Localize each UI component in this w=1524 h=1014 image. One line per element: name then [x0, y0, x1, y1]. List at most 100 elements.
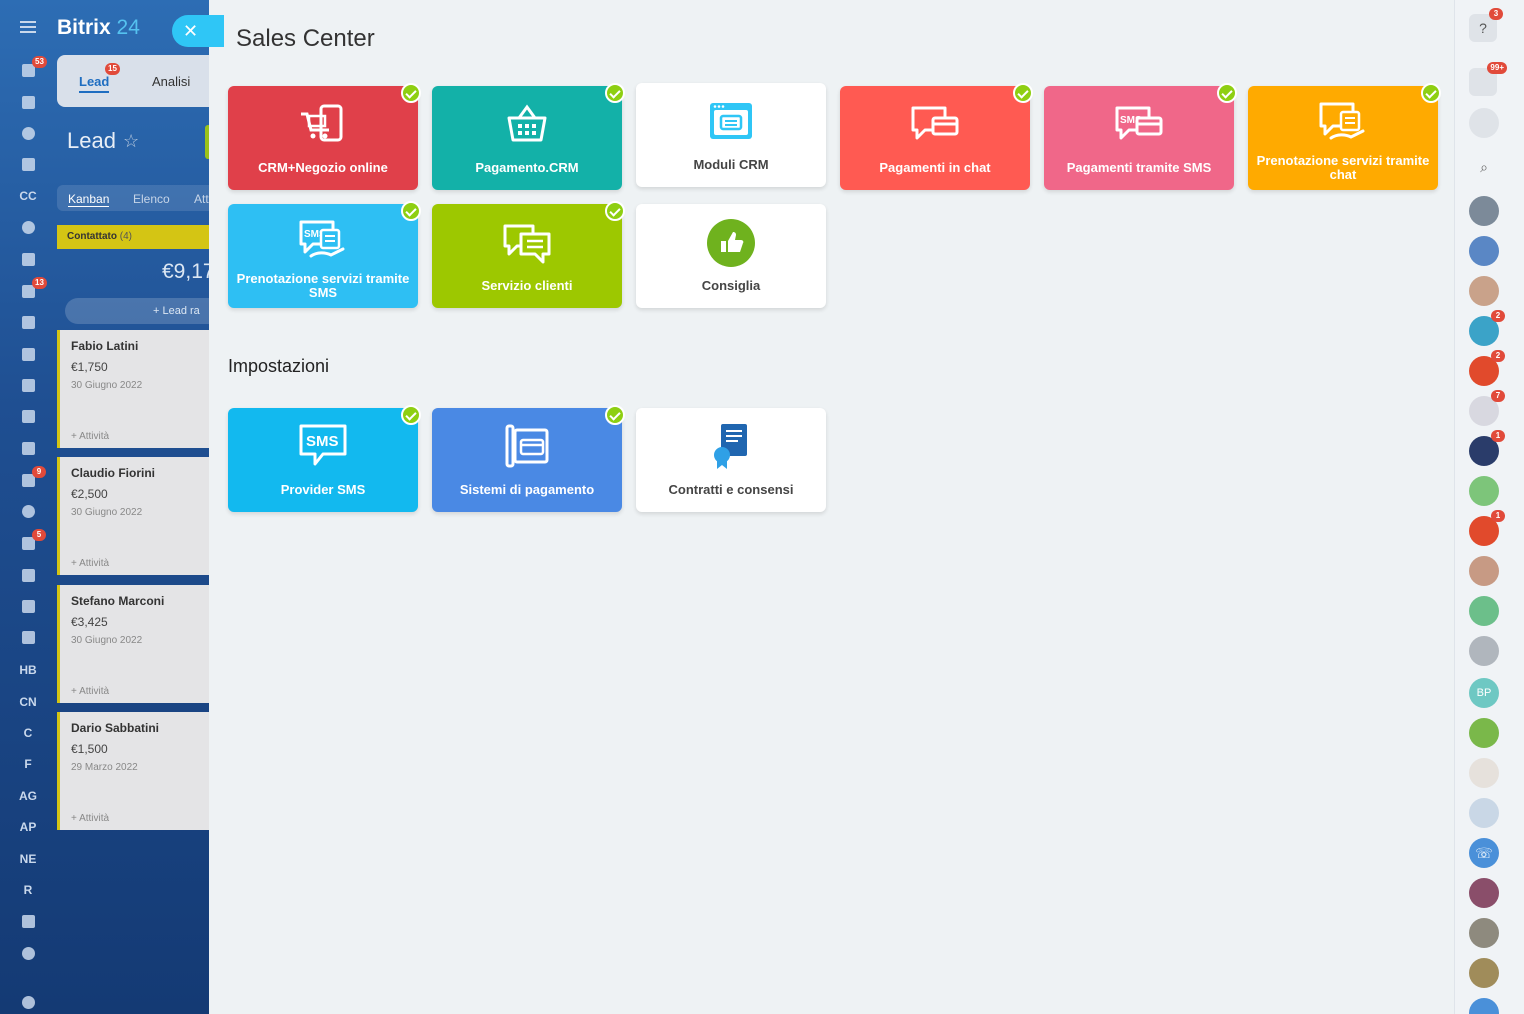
group-chat-icon[interactable]: 1 [1469, 510, 1505, 546]
nav-chat-icon[interactable]: 13 [0, 277, 56, 305]
avatar[interactable] [1469, 636, 1499, 666]
tab-analisi[interactable]: Analisi [152, 74, 190, 89]
check-icon [1013, 83, 1033, 103]
nav-cn[interactable]: CN [0, 688, 56, 716]
lead-card[interactable]: Claudio Fiorini €2,500 30 Giugno 2022 + At… [57, 457, 210, 575]
nav-box-icon[interactable] [0, 561, 56, 589]
avatar[interactable]: 1 [1469, 430, 1505, 466]
nav-puzzle-icon[interactable] [0, 213, 56, 241]
tab-elenco[interactable]: Elenco [133, 192, 170, 206]
nav-target-icon[interactable] [0, 119, 56, 147]
right-sidebar: ? 3 99+ ⌕ 2 2 7 1 1 BP ☏ [1454, 0, 1524, 1014]
nav-file-icon[interactable] [0, 340, 56, 368]
tile-pagamento-crm[interactable]: Pagamento.CRM [432, 83, 625, 190]
check-icon [1217, 83, 1237, 103]
nav-contact-card-icon[interactable] [0, 434, 56, 462]
nav-code-icon[interactable] [0, 623, 56, 651]
background-page: Bitrix 24 53 CC 13 9 5 HB CN C F AG AP N… [0, 0, 210, 1014]
thumbs-up-icon [707, 219, 755, 267]
nav-home-icon[interactable] [0, 88, 56, 116]
sales-center-slider: Sales Center CRM+Negozio online Pagament… [209, 0, 1454, 1014]
group-chat-icon[interactable]: 2 [1469, 350, 1505, 386]
tile-provider-sms[interactable]: SMS Provider SMS [228, 405, 421, 512]
tile-contratti-e-consensi[interactable]: Contratti e consensi [636, 408, 826, 512]
tab-lead[interactable]: Lead [79, 74, 110, 93]
tile-pagamenti-in-chat[interactable]: Pagamenti in chat [840, 83, 1033, 190]
contact-icon[interactable] [1469, 596, 1499, 626]
avatar[interactable]: 7 [1469, 390, 1505, 426]
tile-label: Pagamento.CRM [475, 160, 579, 175]
search-icon[interactable]: ⌕ [1469, 152, 1499, 182]
nav-document-icon[interactable] [0, 245, 56, 273]
chat-card-icon [911, 106, 959, 140]
nav-ag[interactable]: AG [0, 782, 56, 810]
tab-attivita[interactable]: Att [194, 192, 209, 206]
tile-label: Contratti e consensi [668, 482, 794, 497]
star-icon[interactable]: ☆ [123, 131, 139, 152]
nav-mail-icon[interactable] [0, 402, 56, 430]
avatar[interactable] [1469, 196, 1499, 226]
nav-ne[interactable]: NE [0, 845, 56, 873]
tile-moduli-crm[interactable]: Moduli CRM [636, 83, 826, 187]
nav-hb[interactable]: HB [0, 656, 56, 684]
nav-check-circle-icon[interactable] [0, 939, 56, 967]
group-chat-icon[interactable] [1469, 236, 1499, 266]
page-title: Sales Center [236, 25, 375, 52]
tile-prenotazione-servizi-chat[interactable]: Prenotazione servizi tramite chat [1248, 83, 1441, 190]
nav-r[interactable]: R [0, 876, 56, 904]
bell-icon[interactable]: 99+ [1469, 62, 1507, 96]
lead-card[interactable]: Fabio Latini €1,750 30 Giugno 2022 + Attiv… [57, 330, 210, 448]
nav-sign-icon[interactable] [0, 592, 56, 620]
avatar[interactable] [1469, 798, 1499, 828]
avatar[interactable] [1469, 878, 1499, 908]
nav-c[interactable]: C [0, 719, 56, 747]
nav-tasks-icon[interactable]: 9 [0, 466, 56, 494]
avatar[interactable]: 2 [1469, 310, 1505, 346]
quick-add-lead-button[interactable]: + Lead ra [65, 298, 210, 324]
chat-list-icon[interactable] [1469, 108, 1499, 138]
lead-card[interactable]: Dario Sabbatini €1,500 29 Marzo 2022 + Att… [57, 712, 210, 830]
sms-bubble-icon: SMS [299, 424, 347, 466]
phone-icon[interactable]: ☏ [1469, 838, 1499, 868]
sms-card-icon: SMS [1115, 106, 1163, 140]
nav-pen-icon[interactable] [0, 907, 56, 935]
avatar[interactable] [1469, 918, 1499, 948]
nav-f[interactable]: F [0, 750, 56, 778]
nav-drive-icon[interactable] [0, 371, 56, 399]
help-icon[interactable]: ? 3 [1469, 8, 1503, 42]
tab-kanban[interactable]: Kanban [68, 192, 110, 207]
calendar-icon[interactable] [1469, 276, 1499, 306]
tile-crm-negozio-online[interactable]: CRM+Negozio online [228, 83, 421, 190]
nav-filter-icon[interactable]: 53 [0, 56, 56, 84]
tile-pagamenti-tramite-sms[interactable]: SMS Pagamenti tramite SMS [1044, 83, 1237, 190]
nav-cart-icon[interactable] [0, 150, 56, 178]
sms-booking-icon: SMS [299, 220, 345, 258]
avatar[interactable] [1469, 758, 1499, 788]
contract-icon [714, 424, 747, 469]
group-chat-icon[interactable] [1469, 556, 1499, 586]
group-chat-icon[interactable] [1469, 476, 1499, 506]
nav-group-icon[interactable] [0, 497, 56, 525]
close-slider-button[interactable]: ✕ [172, 15, 224, 47]
tile-label: Provider SMS [280, 482, 366, 497]
tile-consiglia[interactable]: Consiglia [636, 204, 826, 308]
phone-icon[interactable] [1469, 998, 1499, 1014]
stage-header[interactable]: Contattato (4) [57, 225, 210, 249]
avatar[interactable]: BP [1469, 678, 1499, 708]
tile-prenotazione-servizi-sms[interactable]: SMS Prenotazione servizi tramite SMS [228, 201, 421, 308]
nav-ap[interactable]: AP [0, 813, 56, 841]
tile-sistemi-di-pagamento[interactable]: Sistemi di pagamento [432, 405, 625, 512]
bitrix-logo[interactable]: Bitrix 24 [57, 16, 140, 40]
tile-label: CRM+Negozio online [258, 160, 388, 175]
nav-calendar-icon[interactable] [0, 308, 56, 336]
nav-help-icon[interactable] [0, 988, 56, 1014]
avatar[interactable] [1469, 958, 1499, 988]
nav-robot-icon[interactable]: 5 [0, 529, 56, 557]
check-icon [401, 83, 421, 103]
nav-cc[interactable]: CC [0, 182, 56, 210]
basket-icon [507, 104, 547, 142]
lead-card[interactable]: Stefano Marconi €3,425 30 Giugno 2022 + At… [57, 585, 210, 703]
tile-servizio-clienti[interactable]: Servizio clienti [432, 201, 625, 308]
task-icon[interactable] [1469, 718, 1499, 748]
cart-screen-icon [301, 104, 343, 142]
